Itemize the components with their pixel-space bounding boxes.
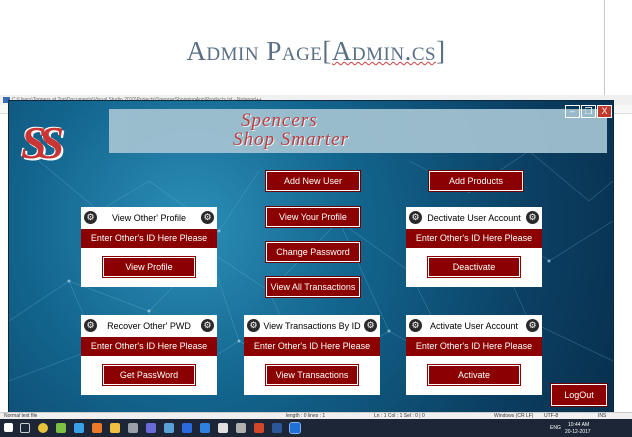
panel-body: View Transactions bbox=[244, 356, 380, 395]
user-id-input[interactable]: Enter Other's ID Here Please bbox=[244, 337, 380, 356]
view-all-transactions-button[interactable]: View All Transactions bbox=[266, 277, 360, 297]
change-password-button[interactable]: Change Password bbox=[266, 242, 360, 262]
panel-title: View Other' Profile bbox=[111, 213, 187, 223]
taskbar: ENG 10:44 AM 20-12-2017 bbox=[0, 419, 632, 437]
user-id-input[interactable]: Enter Other's ID Here Please bbox=[406, 337, 542, 356]
edge-icon[interactable] bbox=[182, 423, 192, 433]
add-products-button[interactable]: Add Products bbox=[429, 171, 523, 191]
panel-header: ⚙ Activate User Account ⚙ bbox=[406, 315, 542, 337]
gear-icon: ⚙ bbox=[526, 319, 539, 332]
panel-header: ⚙ View Transactions By ID ⚙ bbox=[244, 315, 380, 337]
app-icon[interactable] bbox=[236, 423, 246, 433]
chrome-icon[interactable] bbox=[38, 423, 48, 433]
word-icon[interactable] bbox=[272, 423, 282, 433]
language-indicator[interactable]: ENG bbox=[550, 425, 561, 431]
gear-icon: ⚙ bbox=[526, 211, 539, 224]
app-icon[interactable] bbox=[92, 423, 102, 433]
panel-body: View Profile bbox=[81, 248, 217, 287]
view-profile-button[interactable]: View Profile bbox=[103, 257, 195, 277]
slide-title: Admin Page[Admin.cs] bbox=[0, 36, 632, 67]
deactivate-button[interactable]: Deactivate bbox=[428, 257, 520, 277]
user-id-input[interactable]: Enter Other's ID Here Please bbox=[81, 229, 217, 248]
get-password-button[interactable]: Get PassWord bbox=[103, 365, 195, 385]
settings-icon[interactable] bbox=[128, 423, 138, 433]
clock-date[interactable]: 20-12-2017 bbox=[565, 429, 591, 435]
panel-header: ⚙ Recover Other' PWD ⚙ bbox=[81, 315, 217, 337]
start-icon[interactable] bbox=[4, 423, 13, 432]
recover-pwd-panel: ⚙ Recover Other' PWD ⚙ Enter Other's ID … bbox=[81, 315, 217, 395]
folder-icon[interactable] bbox=[110, 423, 120, 433]
notepad-taskbar-icon[interactable] bbox=[289, 422, 301, 434]
user-id-input[interactable]: Enter Other's ID Here Please bbox=[406, 229, 542, 248]
panel-header: ⚙ View Other' Profile ⚙ bbox=[81, 207, 217, 229]
app-icon[interactable] bbox=[218, 423, 228, 433]
activate-panel: ⚙ Activate User Account ⚙ Enter Other's … bbox=[406, 315, 542, 395]
gear-icon: ⚙ bbox=[84, 211, 97, 224]
app-icon[interactable] bbox=[74, 423, 84, 433]
activate-button[interactable]: Activate bbox=[428, 365, 520, 385]
powerpoint-icon[interactable] bbox=[254, 423, 264, 433]
close-button[interactable]: X bbox=[597, 105, 612, 118]
view-transactions-button[interactable]: View Transactions bbox=[266, 365, 358, 385]
view-transactions-panel: ⚙ View Transactions By ID ⚙ Enter Other'… bbox=[244, 315, 380, 395]
banner: Spencers Shop Smarter bbox=[109, 109, 607, 153]
banner-line1: Spencers bbox=[241, 110, 318, 131]
task-view-icon[interactable] bbox=[20, 423, 30, 433]
admin-window: Spencers Shop Smarter SS – ❐ X Add New U… bbox=[8, 100, 614, 414]
panel-title: Recover Other' PWD bbox=[107, 321, 191, 331]
slide-title-code: Admin.cs bbox=[331, 36, 437, 66]
app-icon[interactable] bbox=[56, 423, 66, 433]
deactivate-panel: ⚙ Dectivate User Account ⚙ Enter Other's… bbox=[406, 207, 542, 287]
panel-header: ⚙ Dectivate User Account ⚙ bbox=[406, 207, 542, 229]
panel-body: Deactivate bbox=[406, 248, 542, 287]
restore-button[interactable]: ❐ bbox=[581, 105, 596, 118]
gear-icon: ⚙ bbox=[409, 319, 422, 332]
clock-time[interactable]: 10:44 AM bbox=[568, 422, 589, 428]
app-icon[interactable] bbox=[146, 423, 156, 433]
gear-icon: ⚙ bbox=[409, 211, 422, 224]
logout-button[interactable]: LogOut bbox=[551, 384, 607, 406]
app-icon[interactable] bbox=[164, 423, 174, 433]
banner-title: Spencers Shop Smarter bbox=[227, 111, 349, 149]
view-profile-panel: ⚙ View Other' Profile ⚙ Enter Other's ID… bbox=[81, 207, 217, 287]
minimize-button[interactable]: – bbox=[565, 105, 580, 118]
slide-margin-line bbox=[604, 0, 605, 95]
gear-icon: ⚙ bbox=[247, 319, 260, 332]
gear-icon: ⚙ bbox=[364, 319, 377, 332]
panel-title: Dectivate User Account bbox=[427, 213, 521, 223]
gear-icon: ⚙ bbox=[84, 319, 97, 332]
slide-title-prefix: Admin Page[ bbox=[186, 36, 332, 66]
user-id-input[interactable]: Enter Other's ID Here Please bbox=[81, 337, 217, 356]
banner-line2: Shop Smarter bbox=[233, 129, 349, 150]
panel-body: Get PassWord bbox=[81, 356, 217, 395]
view-your-profile-button[interactable]: View Your Profile bbox=[266, 207, 360, 227]
slide-title-suffix: ] bbox=[436, 36, 446, 66]
ss-logo: SS bbox=[21, 117, 64, 168]
gear-icon: ⚙ bbox=[201, 319, 214, 332]
panel-body: Activate bbox=[406, 356, 542, 395]
gear-icon: ⚙ bbox=[201, 211, 214, 224]
add-new-user-button[interactable]: Add New User bbox=[266, 171, 360, 191]
panel-title: View Transactions By ID bbox=[263, 321, 361, 331]
ie-icon[interactable] bbox=[200, 423, 210, 433]
panel-title: Activate User Account bbox=[429, 321, 519, 331]
